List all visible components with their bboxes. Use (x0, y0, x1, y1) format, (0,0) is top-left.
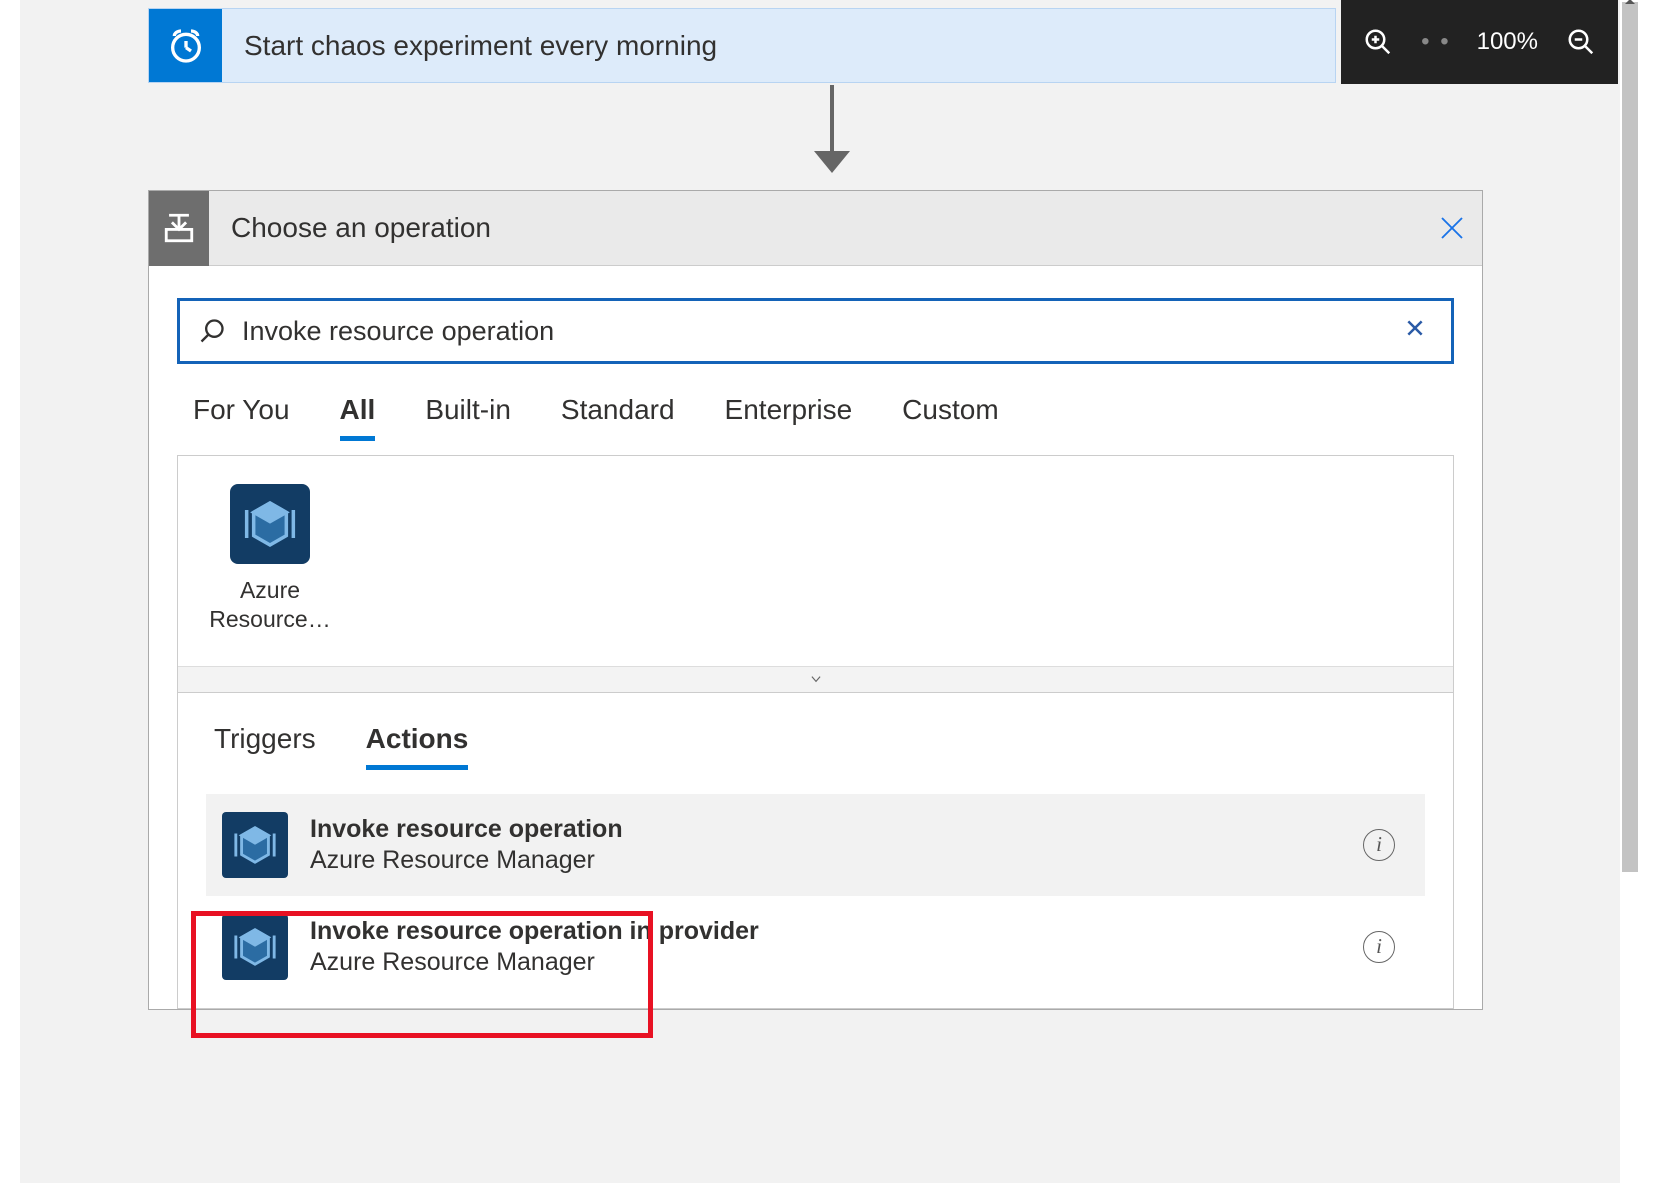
connector-filter-tabs: For You All Built-in Standard Enterprise… (177, 364, 1454, 455)
panel-title: Choose an operation (209, 212, 1422, 244)
panel-close-button[interactable] (1422, 198, 1482, 258)
choose-operation-panel: Choose an operation For You All Built-in… (148, 190, 1483, 1010)
trigger-card[interactable]: Start chaos experiment every morning (148, 8, 1336, 83)
scrollbar-thumb[interactable] (1622, 2, 1638, 872)
search-icon (198, 317, 226, 345)
action-info-button[interactable]: i (1363, 829, 1395, 861)
action-title: Invoke resource operation (310, 815, 1363, 844)
action-invoke-resource-operation[interactable]: Invoke resource operation Azure Resource… (206, 794, 1425, 896)
collapse-connectors-button[interactable] (178, 666, 1453, 692)
choose-operation-icon (149, 191, 209, 266)
chevron-down-icon (805, 672, 827, 686)
action-invoke-resource-operation-in-provider[interactable]: Invoke resource operation in provider Az… (206, 896, 1425, 998)
recurrence-icon (149, 9, 222, 82)
zoom-out-button[interactable] (1564, 25, 1598, 59)
azure-resource-manager-icon (222, 914, 288, 980)
zoom-out-icon (1566, 27, 1596, 57)
operation-search-input[interactable] (226, 315, 1397, 348)
zoom-in-icon (1363, 27, 1393, 57)
flow-arrow-icon (811, 85, 851, 185)
tab-built-in[interactable]: Built-in (425, 394, 511, 441)
operation-results: Triggers Actions Invoke resource operati… (177, 693, 1454, 1009)
zoom-options-icon[interactable]: • • (1421, 28, 1450, 56)
zoom-in-button[interactable] (1361, 25, 1395, 59)
connector-label: Azure Resource… (200, 576, 340, 634)
zoom-level: 100% (1477, 28, 1538, 56)
subtab-triggers[interactable]: Triggers (214, 723, 316, 770)
action-info-button[interactable]: i (1363, 931, 1395, 963)
azure-resource-manager-icon (222, 812, 288, 878)
trigger-title: Start chaos experiment every morning (222, 30, 717, 62)
connector-list: Azure Resource… (177, 455, 1454, 693)
tab-all[interactable]: All (340, 394, 376, 441)
action-title: Invoke resource operation in provider (310, 917, 1363, 946)
clear-search-button[interactable] (1397, 309, 1433, 353)
subtab-actions[interactable]: Actions (366, 723, 469, 770)
action-list: Invoke resource operation Azure Resource… (178, 784, 1453, 1008)
panel-header: Choose an operation (149, 191, 1482, 266)
action-subtitle: Azure Resource Manager (310, 846, 1363, 875)
tab-for-you[interactable]: For You (193, 394, 290, 441)
connector-azure-resource-manager[interactable]: Azure Resource… (200, 484, 340, 634)
tab-standard[interactable]: Standard (561, 394, 675, 441)
tab-custom[interactable]: Custom (902, 394, 998, 441)
azure-resource-manager-icon (230, 484, 310, 564)
action-subtitle: Azure Resource Manager (310, 948, 1363, 977)
tab-enterprise[interactable]: Enterprise (725, 394, 853, 441)
clear-icon (1405, 318, 1425, 338)
operation-type-tabs: Triggers Actions (178, 693, 1453, 784)
close-icon (1437, 213, 1467, 243)
operation-search-box[interactable] (177, 298, 1454, 364)
zoom-toolbar: • • 100% (1341, 0, 1618, 84)
vertical-scrollbar[interactable] (1620, 0, 1640, 1183)
